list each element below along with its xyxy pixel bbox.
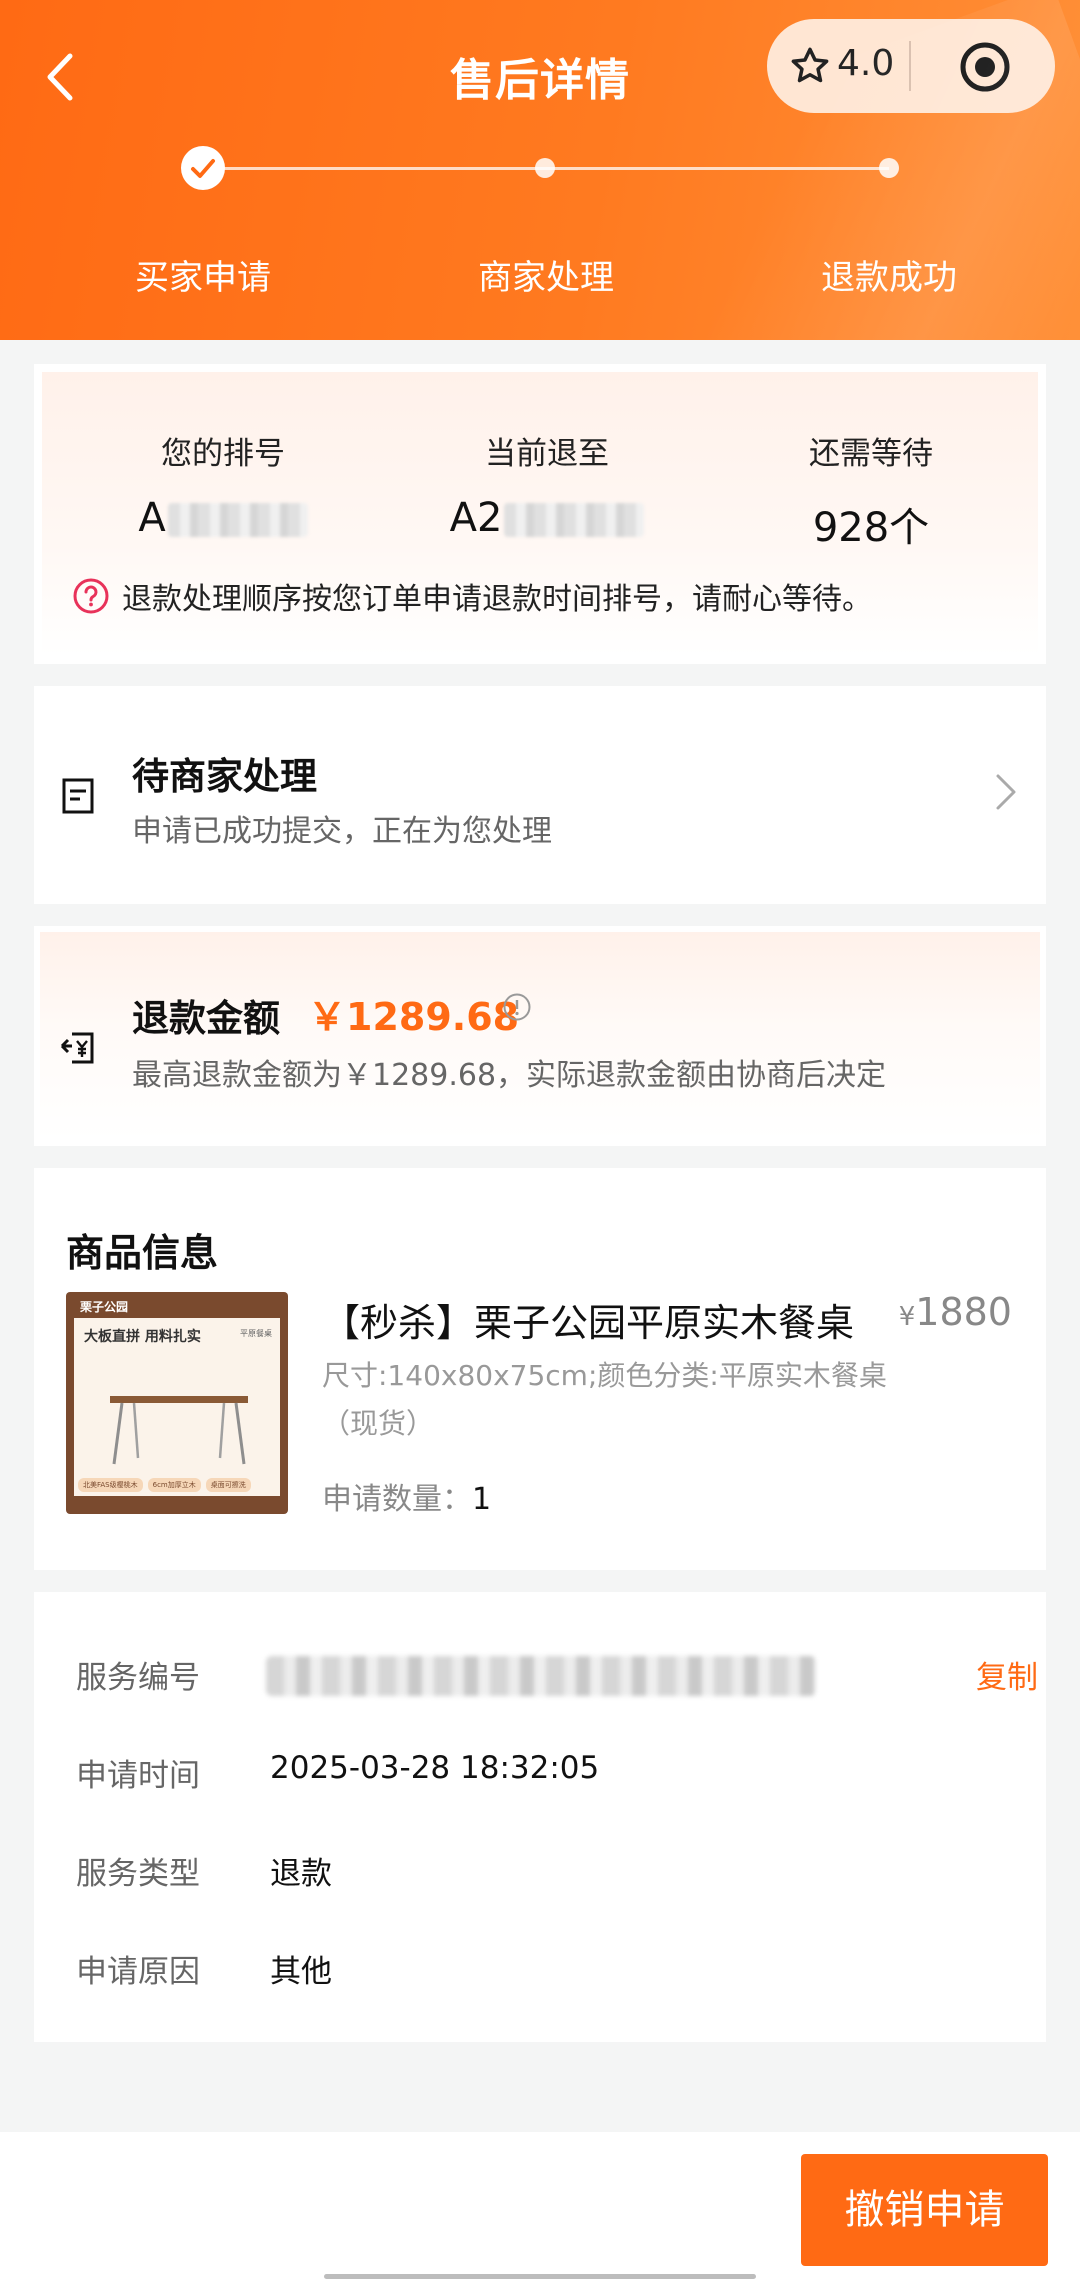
step-3-dot	[879, 158, 899, 178]
price-value: 1880	[915, 1290, 1012, 1334]
product-image-mini-label: 平原餐桌	[240, 1329, 272, 1338]
apply-time-value: 2025-03-28 18:32:05	[270, 1750, 600, 1786]
product-price: ¥1880	[899, 1290, 1012, 1334]
home-indicator[interactable]	[324, 2274, 756, 2279]
check-icon	[191, 159, 215, 178]
refund-title: 退款金额	[132, 997, 280, 1040]
product-section-title: 商品信息	[66, 1231, 219, 1275]
service-type-value: 退款	[270, 1856, 332, 1892]
header: 售后详情 4.0 买家申请 商家处理 退款成功	[0, 0, 1080, 340]
current-value: A2	[382, 495, 712, 545]
step-label-success: 退款成功	[821, 258, 957, 298]
my-number-value: A	[58, 495, 388, 545]
product-quantity: 申请数量：1	[322, 1474, 491, 1518]
service-no-label: 服务编号	[76, 1660, 200, 1696]
document-icon	[62, 778, 94, 814]
chevron-right-icon[interactable]	[990, 770, 1020, 814]
masked-number	[167, 503, 308, 537]
qty-value: 1	[472, 1482, 492, 1517]
my-number-label: 您的排号	[161, 436, 285, 472]
refund-subtitle: 最高退款金额为￥1289.68，实际退款金额由协商后决定	[132, 1058, 887, 1093]
step-label-apply: 买家申请	[135, 258, 271, 298]
product-image-panel: 大板直拼 用料扎实 平原餐桌 北美FAS级樱桃木 6cm加厚立木 桌面可擦洗	[74, 1318, 280, 1496]
queue-my-number: 您的排号 A	[58, 428, 388, 545]
status-card[interactable]: 待商家处理 申请已成功提交，正在为您处理	[34, 686, 1046, 904]
step-1-done	[181, 146, 225, 190]
status-title: 待商家处理	[132, 755, 317, 798]
queue-note: 退款处理顺序按您订单申请退款时间排号，请耐心等待。	[72, 574, 872, 618]
bottom-action-bar: 撤销申请	[0, 2132, 1080, 2279]
masked-service-number	[266, 1656, 816, 1696]
my-number-prefix: A	[138, 495, 166, 541]
star-icon[interactable]	[789, 45, 831, 87]
product-image-tag: 6cm加厚立木	[147, 1478, 201, 1492]
product-image-tags: 北美FAS级樱桃木 6cm加厚立木 桌面可擦洗	[78, 1478, 251, 1492]
step-2-dot	[535, 158, 555, 178]
wait-label: 还需等待	[809, 436, 933, 472]
current-prefix: A2	[449, 495, 503, 541]
queue-current: 当前退至 A2	[382, 428, 712, 545]
rating-value[interactable]: 4.0	[837, 43, 894, 84]
product-image-slogan: 大板直拼 用料扎实	[84, 1329, 201, 1345]
qty-label: 申请数量：	[322, 1482, 472, 1517]
mini-program-capsule: 4.0	[767, 19, 1055, 113]
queue-card: 您的排号 A 当前退至 A2 还需等待 928个 退款处理顺序按您订单申请退款时…	[34, 364, 1046, 664]
product-image-tag: 桌面可擦洗	[205, 1478, 251, 1492]
product-card: 商品信息 栗子公园 大板直拼 用料扎实 平原餐桌 北美FAS级樱桃木 6cm加厚…	[34, 1168, 1046, 1570]
masked-current	[504, 503, 645, 537]
info-icon[interactable]	[502, 992, 532, 1022]
page-title: 售后详情	[450, 55, 630, 106]
reason-value: 其他	[270, 1954, 332, 1990]
queue-wait: 还需等待 928个	[706, 428, 1036, 551]
current-label: 当前退至	[485, 436, 609, 472]
queue-note-text: 退款处理顺序按您订单申请退款时间排号，请耐心等待。	[122, 582, 872, 617]
reason-label: 申请原因	[76, 1954, 200, 1990]
refund-yen-icon	[60, 1032, 94, 1064]
product-name[interactable]: 【秒杀】栗子公园平原实木餐桌	[322, 1292, 854, 1347]
wait-value: 928个	[812, 505, 930, 551]
price-symbol: ¥	[898, 1302, 916, 1332]
close-target-icon[interactable]	[957, 39, 1013, 95]
question-icon[interactable]	[72, 577, 110, 615]
copy-button[interactable]: 复制	[976, 1652, 1038, 1697]
product-image-tag: 北美FAS级樱桃木	[78, 1478, 143, 1492]
step-label-merchant: 商家处理	[478, 258, 614, 298]
product-image-brand: 栗子公园	[80, 1300, 129, 1314]
product-spec: 尺寸:140x80x75cm;颜色分类:平原实木餐桌 （现货）	[322, 1359, 887, 1440]
status-subtitle: 申请已成功提交，正在为您处理	[132, 814, 552, 849]
apply-time-label: 申请时间	[76, 1758, 200, 1794]
service-type-label: 服务类型	[76, 1856, 200, 1892]
product-image[interactable]: 栗子公园 大板直拼 用料扎实 平原餐桌 北美FAS级樱桃木 6cm加厚立木 桌面…	[66, 1292, 288, 1514]
service-info-card: 服务编号 申请时间 2025-03-28 18:32:05 服务类型 退款 申请…	[34, 1592, 1046, 2042]
cancel-application-button[interactable]: 撤销申请	[801, 2154, 1048, 2266]
capsule-divider	[909, 41, 911, 91]
refund-card: 退款金额 ￥1289.68 最高退款金额为￥1289.68，实际退款金额由协商后…	[34, 926, 1046, 1146]
refund-amount: ￥1289.68	[308, 995, 520, 1039]
table-illustration	[110, 1396, 248, 1465]
